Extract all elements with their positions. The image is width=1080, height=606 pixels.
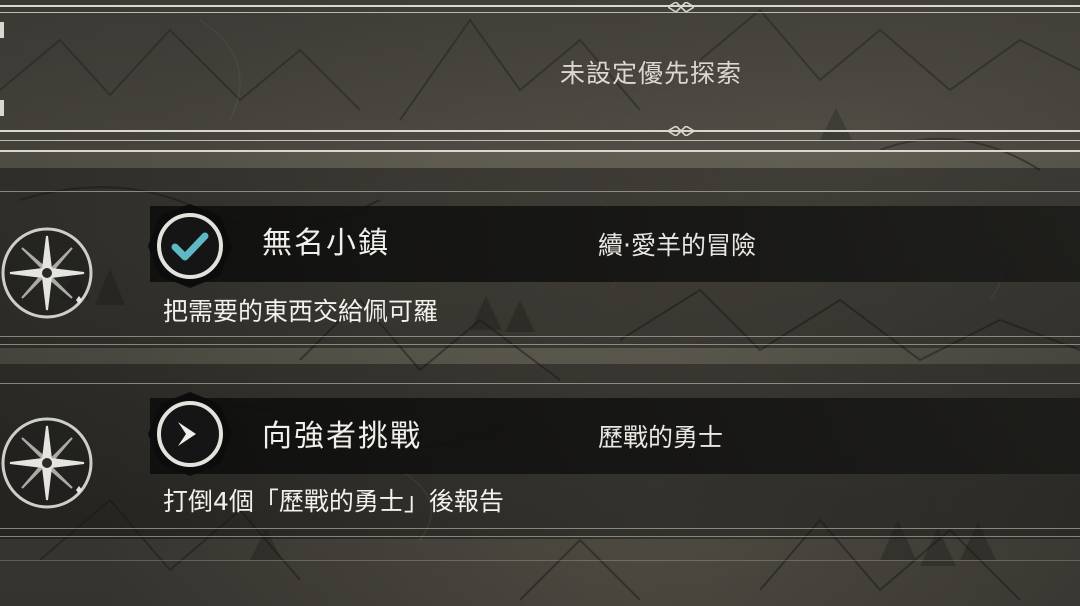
header-top-line <box>0 5 1080 7</box>
row-separator <box>0 560 1080 561</box>
compass-star-icon <box>1 227 93 319</box>
row-separator <box>0 383 1080 384</box>
priority-status-text: 未設定優先探索 <box>560 59 743 88</box>
header-top-line-inner <box>0 12 1080 13</box>
row-separator <box>0 536 1080 537</box>
quest-title: 向強者挑戰 <box>262 419 422 454</box>
quest-title: 無名小鎮 <box>262 226 390 261</box>
header-bottom-line-outer <box>0 150 1080 152</box>
row-separator <box>0 336 1080 337</box>
compass-star-icon <box>1 417 93 509</box>
checkmark-icon <box>148 204 232 288</box>
row-separator <box>0 344 1080 345</box>
row-separator <box>0 191 1080 192</box>
quest-category: 續‧愛羊的冒險 <box>598 231 756 260</box>
edge-tick <box>0 22 4 38</box>
header-bottom-line <box>0 130 1080 132</box>
quest-description: 把需要的東西交給佩可羅 <box>163 297 439 326</box>
quest-log-screen: 未設定優先探索 無名小鎮 續‧愛羊的冒險 把需要的東西交給佩可羅 向強者挑戰 歷… <box>0 0 1080 606</box>
quest-category: 歷戰的勇士 <box>598 423 724 452</box>
edge-tick <box>0 100 4 116</box>
header-bottom-line-inner <box>0 140 1080 141</box>
chevron-right-icon <box>148 392 232 476</box>
header-ornament-icon <box>668 126 694 136</box>
header-band <box>0 0 1080 150</box>
quest-description: 打倒4個「歷戰的勇士」後報告 <box>163 487 504 516</box>
row-separator <box>0 528 1080 529</box>
header-ornament-icon <box>668 2 694 12</box>
